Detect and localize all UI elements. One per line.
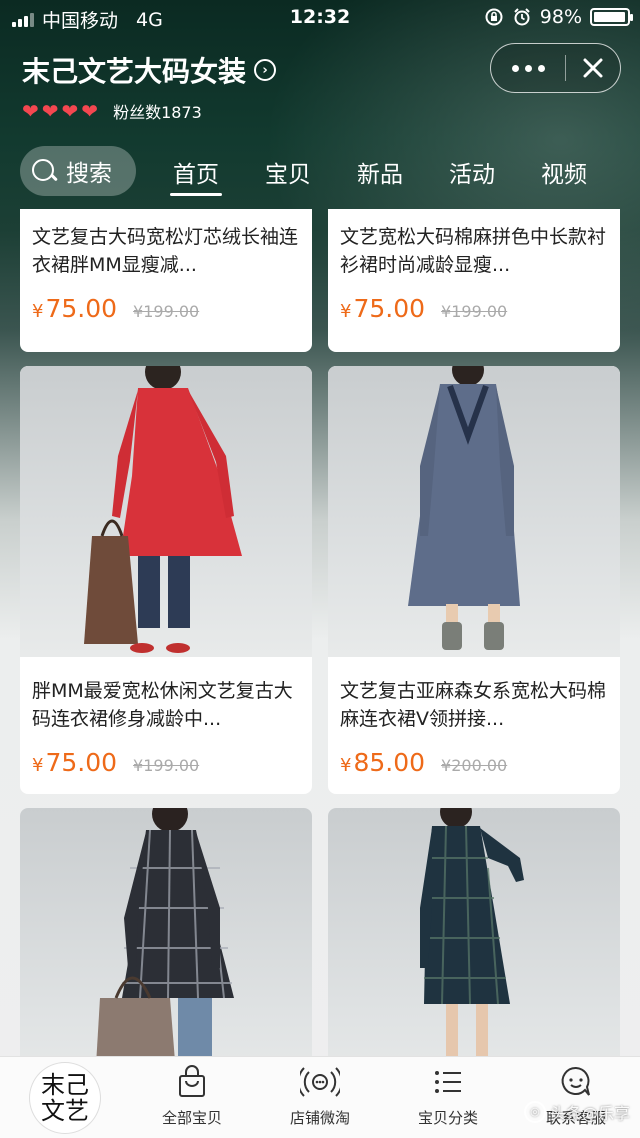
tab-new[interactable]: 新品 [350,155,410,189]
heart-icon: ❤ [81,99,99,123]
fans-count: 粉丝数1873 [113,103,202,122]
shop-logo-text: 末己文艺 [41,1071,89,1125]
product-card[interactable]: 文艺复古亚麻森女系宽松大码棉麻连衣裙V领拼接... ¥85.00 ¥200.00 [328,366,620,794]
shop-name: 末己文艺大码女装 [22,55,247,88]
watermark-icon: ◎ [523,1101,546,1123]
tab-category-label: 宝贝分类 [417,1109,478,1127]
customer-service-icon [561,1066,590,1096]
tab-home[interactable]: 首页 [166,155,226,196]
orientation-lock-icon [485,8,503,26]
product-card[interactable]: 文艺宽松大码棉麻拼色中长款衬衫裙时尚减龄显瘦... ¥75.00 ¥199.00 [328,209,620,352]
product-info: 文艺宽松大码棉麻拼色中长款衬衫裙时尚减龄显瘦... ¥75.00 ¥199.00 [328,223,620,323]
alarm-icon [514,8,530,26]
heart-icon: ❤ [61,99,79,123]
mini-program-capsule [490,43,621,93]
status-bar: 中国移动 4G 12:32 98% [0,0,640,36]
watermark: ◎ 头条@乐享 [523,1100,630,1124]
battery-icon [590,8,633,26]
search-button[interactable]: 搜索 [20,146,136,196]
product-price: ¥75.00 [340,294,426,323]
chevron-right-icon: › [254,59,277,81]
product-price: ¥85.00 [340,748,426,777]
more-button[interactable] [491,44,565,92]
product-grid: 文艺复古大码宽松灯芯绒长袖连衣裙胖MM显瘦减... ¥75.00 ¥199.00… [0,209,640,1056]
tab-video[interactable]: 视频 [534,155,594,189]
product-name: 胖MM最爱宽松休闲文艺复古大码连衣裙修身减龄中... [32,680,293,730]
battery-percent: 98% [539,6,582,28]
product-info: 文艺复古大码宽松灯芯绒长袖连衣裙胖MM显瘦减... ¥75.00 ¥199.00 [20,223,312,323]
product-prices: ¥85.00 ¥200.00 [340,748,608,777]
product-price: ¥75.00 [32,294,118,323]
category-list-icon [435,1071,461,1093]
tab-activity[interactable]: 活动 [442,155,502,189]
product-name: 文艺复古亚麻森女系宽松大码棉麻连衣裙V领拼接... [340,680,607,730]
product-card[interactable] [20,808,312,1056]
close-icon [583,58,603,78]
original-price: ¥200.00 [441,756,508,775]
heart-rating: ❤ ❤ ❤ ❤ [22,101,98,121]
product-image [20,808,312,1056]
search-label: 搜索 [66,161,112,187]
shop-logo[interactable]: 末己文艺 [30,1063,100,1133]
product-image [328,808,620,1056]
original-price: ¥199.00 [133,756,200,775]
shopping-bag-icon [179,1065,205,1097]
more-dots-icon [511,64,519,72]
shop-nav: 搜索 首页 宝贝 新品 活动 视频 [0,143,640,203]
product-card[interactable]: 文艺复古大码宽松灯芯绒长袖连衣裙胖MM显瘦减... ¥75.00 ¥199.00 [20,209,312,352]
tab-category[interactable]: 宝贝分类 [393,1065,503,1128]
product-info: 文艺复古亚麻森女系宽松大码棉麻连衣裙V领拼接... ¥85.00 ¥200.00 [328,677,620,777]
watermark-text: 头条@乐享 [549,1104,630,1123]
shop-title[interactable]: 末己文艺大码女装 › [22,50,277,90]
product-name: 文艺宽松大码棉麻拼色中长款衬衫裙时尚减龄显瘦... [340,226,607,276]
product-card[interactable]: 胖MM最爱宽松休闲文艺复古大码连衣裙修身减龄中... ¥75.00 ¥199.0… [20,366,312,794]
product-name: 文艺复古大码宽松灯芯绒长袖连衣裙胖MM显瘦减... [32,226,299,276]
shop-rating: ❤ ❤ ❤ ❤ 粉丝数1873 [22,99,202,123]
product-prices: ¥75.00 ¥199.00 [32,748,300,777]
product-prices: ¥75.00 ¥199.00 [340,294,608,323]
broadcast-icon [300,1067,340,1097]
original-price: ¥199.00 [441,302,508,321]
tab-all-items-label: 全部宝贝 [161,1109,222,1127]
tab-weitao[interactable]: 店铺微淘 [265,1065,375,1128]
close-button[interactable] [566,44,620,92]
product-image [20,366,312,657]
product-card[interactable] [328,808,620,1056]
red-dress-photo [84,366,242,653]
tab-items[interactable]: 宝贝 [258,155,318,189]
navy-plaid-dress-photo [420,808,524,1056]
battery-fill [594,12,626,22]
tab-all-items[interactable]: 全部宝贝 [137,1065,247,1128]
gray-dress-photo [408,366,520,650]
product-image [328,366,620,657]
heart-icon: ❤ [22,99,39,123]
bottom-tab-bar: 末己文艺 全部宝贝 店铺微淘 宝贝分类 联系客服 [0,1056,640,1138]
heart-icon: ❤ [41,99,59,123]
original-price: ¥199.00 [133,302,200,321]
tab-weitao-label: 店铺微淘 [289,1109,350,1127]
plaid-dress-photo [96,808,234,1056]
product-prices: ¥75.00 ¥199.00 [32,294,300,323]
product-price: ¥75.00 [32,748,118,777]
status-right: 98% [484,6,633,28]
product-info: 胖MM最爱宽松休闲文艺复古大码连衣裙修身减龄中... ¥75.00 ¥199.0… [20,677,312,777]
search-icon [30,157,58,185]
